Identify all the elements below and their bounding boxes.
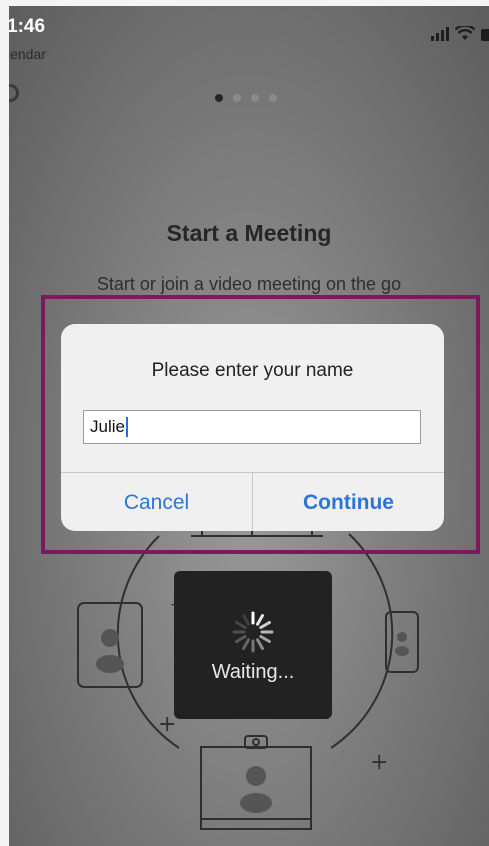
waiting-overlay: Waiting... <box>174 571 332 719</box>
loading-spinner-icon <box>232 611 274 653</box>
phone-screen: 1:46 lendar Start a Meeting Start or joi… <box>9 6 489 846</box>
waiting-label: Waiting... <box>211 661 295 683</box>
dialog-highlight-frame <box>41 295 480 554</box>
svg-text:+: + <box>370 750 388 775</box>
